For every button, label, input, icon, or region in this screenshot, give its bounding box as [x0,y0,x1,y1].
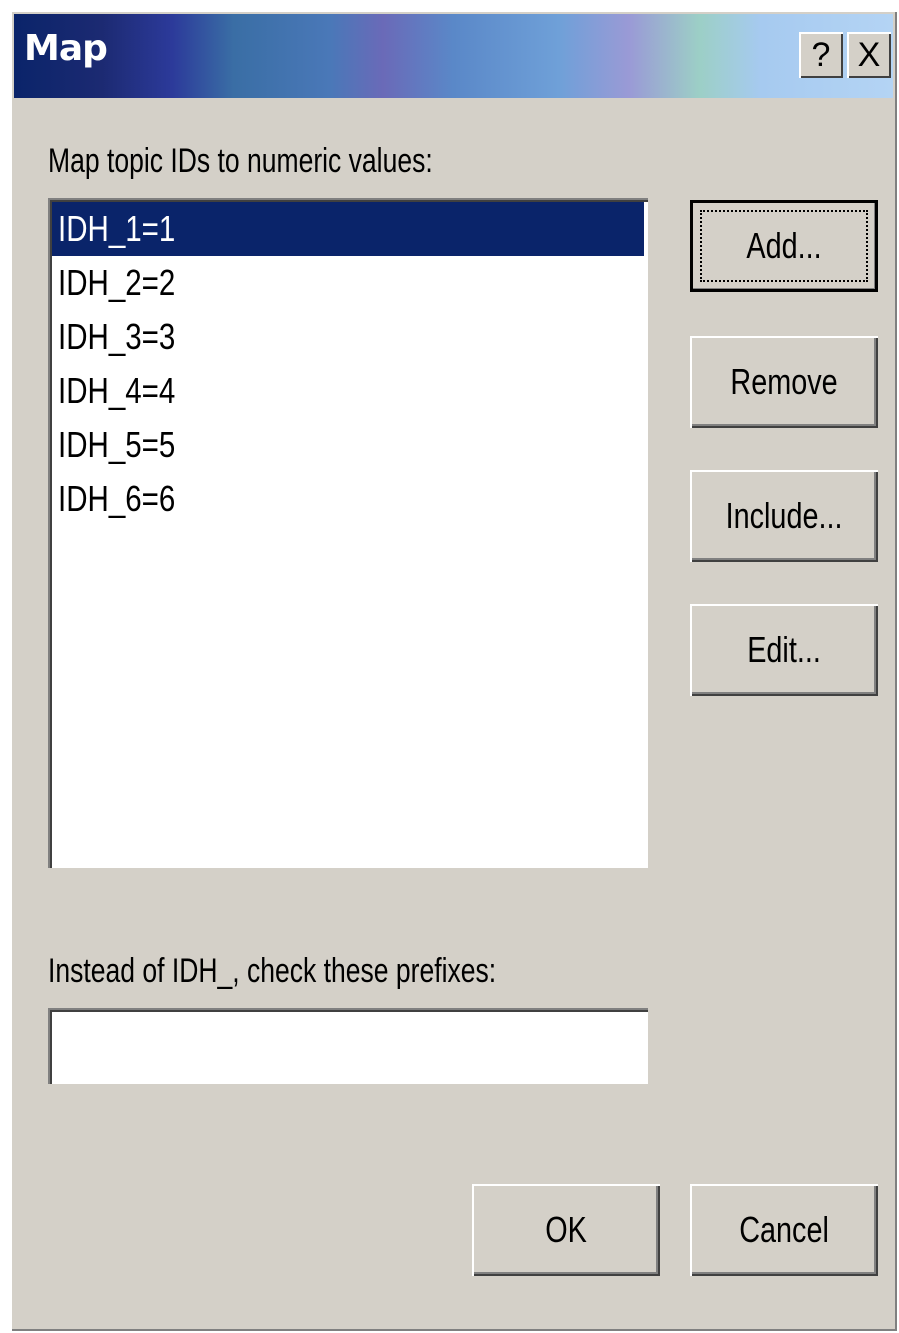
list-item[interactable]: IDH_1=1 [52,202,644,256]
list-item[interactable]: IDH_3=3 [52,310,644,364]
cancel-button[interactable]: Cancel [690,1184,878,1276]
remove-button[interactable]: Remove [690,336,878,428]
add-button[interactable]: Add... [690,200,878,292]
close-button[interactable]: X [847,32,891,78]
prefix-input[interactable] [48,1008,648,1084]
title-bar[interactable]: Map ? X [14,14,893,98]
list-item[interactable]: IDH_6=6 [52,472,644,526]
edit-button[interactable]: Edit... [690,604,878,696]
prefix-label: Instead of IDH_, check these prefixes: [48,952,497,990]
map-dialog: Map ? X Map topic IDs to numeric values:… [10,10,897,1331]
window-title: Map [24,28,108,69]
help-button[interactable]: ? [799,32,843,78]
list-item[interactable]: IDH_5=5 [52,418,644,472]
list-item[interactable]: IDH_2=2 [52,256,644,310]
ok-button[interactable]: OK [472,1184,660,1276]
list-item[interactable]: IDH_4=4 [52,364,644,418]
include-button[interactable]: Include... [690,470,878,562]
topic-id-listbox[interactable]: IDH_1=1 IDH_2=2 IDH_3=3 IDH_4=4 IDH_5=5 … [48,198,648,868]
map-topic-label: Map topic IDs to numeric values: [48,142,433,180]
